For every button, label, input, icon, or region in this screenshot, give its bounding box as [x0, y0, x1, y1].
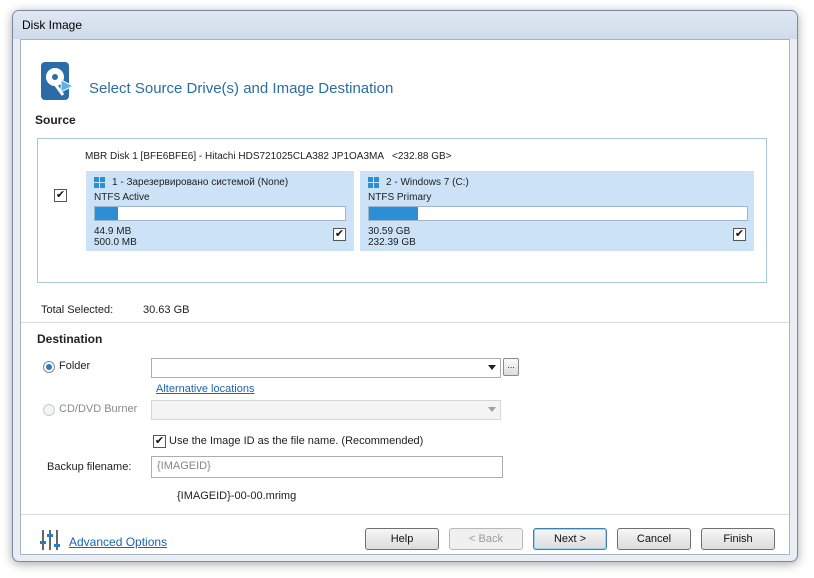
window-title: Disk Image	[13, 11, 797, 39]
sliders-icon[interactable]	[39, 528, 61, 552]
backup-filename-input[interactable]: {IMAGEID}	[151, 456, 503, 478]
source-drive-panel: MBR Disk 1 [BFE6BFE6] - Hitachi HDS72102…	[37, 138, 767, 283]
total-selected-value: 30.63 GB	[143, 304, 190, 316]
dialog-client: Select Source Drive(s) and Image Destina…	[20, 39, 790, 555]
disk-image-icon	[41, 62, 75, 100]
partition-1-checkbox[interactable]: ✔	[333, 228, 346, 241]
disk-info: MBR Disk 1 [BFE6BFE6] - Hitachi HDS72102…	[85, 151, 452, 162]
partition-total: 232.39 GB	[368, 237, 416, 248]
partition-2[interactable]: 2 - Windows 7 (C:) NTFS Primary 30.59 GB…	[360, 171, 754, 251]
destination-section-label: Destination	[37, 332, 103, 346]
partition-2-checkbox[interactable]: ✔	[733, 228, 746, 241]
partition-filesystem: NTFS Active	[94, 192, 150, 203]
chevron-down-icon	[488, 407, 496, 412]
windows-icon	[94, 177, 106, 189]
disk-name: MBR Disk 1 [BFE6BFE6] - Hitachi HDS72102…	[85, 151, 385, 162]
disk-size: <232.88 GB>	[392, 151, 452, 162]
partition-usage-fill	[369, 207, 419, 220]
windows-icon	[368, 177, 380, 189]
page-title: Select Source Drive(s) and Image Destina…	[89, 80, 394, 97]
cd-dvd-combobox[interactable]	[151, 400, 501, 420]
filename-preview: {IMAGEID}-00-00.mrimg	[177, 490, 297, 502]
back-button[interactable]: < Back	[449, 528, 523, 550]
cd-dvd-radio-label[interactable]: CD/DVD Burner	[59, 403, 137, 415]
disk-checkbox[interactable]: ✔	[54, 189, 67, 202]
partition-usage-fill	[95, 207, 118, 220]
folder-radio-label[interactable]: Folder	[59, 360, 90, 372]
footer-divider	[21, 514, 789, 515]
disk-image-dialog: Disk Image Select Source Drive(s) and Im…	[12, 10, 798, 562]
section-divider	[21, 322, 789, 323]
use-image-id-checkbox[interactable]: ✔	[153, 435, 166, 448]
source-section-label: Source	[35, 113, 76, 127]
dialog-header: Select Source Drive(s) and Image Destina…	[21, 40, 789, 127]
backup-filename-label: Backup filename:	[47, 461, 132, 473]
help-button[interactable]: Help	[365, 528, 439, 550]
finish-button[interactable]: Finish	[701, 528, 775, 550]
partition-used: 44.9 MB	[94, 226, 132, 237]
use-image-id-label[interactable]: Use the Image ID as the file name. (Reco…	[169, 435, 423, 447]
chevron-down-icon[interactable]	[488, 365, 496, 370]
partition-usage-bar	[368, 206, 748, 221]
folder-path-combobox[interactable]	[151, 358, 501, 378]
alternative-locations-link[interactable]: Alternative locations	[156, 383, 254, 395]
advanced-options-link[interactable]: Advanced Options	[69, 535, 167, 549]
partition-name: 2 - Windows 7 (C:)	[386, 177, 469, 188]
partition-used: 30.59 GB	[368, 226, 411, 237]
partition-usage-bar	[94, 206, 346, 221]
partition-1[interactable]: 1 - Зарезервировано системой (None) NTFS…	[86, 171, 354, 251]
next-button[interactable]: Next >	[533, 528, 607, 550]
browse-button[interactable]: ...	[503, 358, 519, 376]
partition-total: 500.0 MB	[94, 237, 137, 248]
partition-name: 1 - Зарезервировано системой (None)	[112, 177, 289, 188]
cd-dvd-radio[interactable]	[43, 404, 55, 416]
partition-filesystem: NTFS Primary	[368, 192, 432, 203]
total-selected-label: Total Selected:	[41, 304, 114, 316]
cancel-button[interactable]: Cancel	[617, 528, 691, 550]
folder-radio[interactable]	[43, 361, 55, 373]
